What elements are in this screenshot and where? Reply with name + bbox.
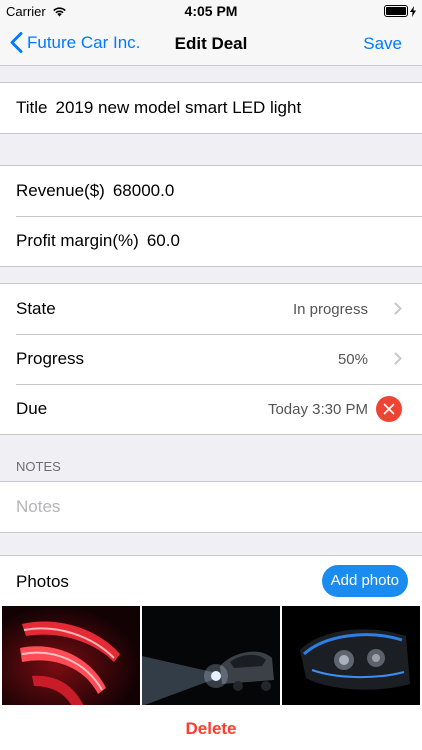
revenue-field[interactable]: 68000.0 xyxy=(113,181,174,201)
revenue-row[interactable]: Revenue($) 68000.0 xyxy=(0,166,422,216)
progress-value: 50% xyxy=(337,350,368,368)
chevron-left-icon xyxy=(10,32,23,53)
due-value: Today 3:30 PM xyxy=(267,400,368,418)
state-row[interactable]: State In progress xyxy=(0,284,422,334)
headlight-beam-photo xyxy=(142,606,280,706)
chevron-right-icon xyxy=(394,352,402,365)
photo-thumbnail-headlights[interactable] xyxy=(142,606,280,706)
led-headlamp-photo xyxy=(282,606,420,706)
profit-margin-label: Profit margin(%) xyxy=(16,231,139,250)
clock: 4:05 PM xyxy=(184,3,238,19)
battery-icon xyxy=(384,5,408,17)
title-section: Title 2019 new model smart LED light xyxy=(0,82,422,134)
back-button-label: Future Car Inc. xyxy=(27,32,141,52)
financials-section: Revenue($) 68000.0 Profit margin(%) 60.0 xyxy=(0,165,422,267)
battery-indicator xyxy=(384,5,416,17)
profit-margin-row[interactable]: Profit margin(%) 60.0 xyxy=(0,216,422,266)
photo-thumbnail-led-headlamp[interactable] xyxy=(282,606,420,706)
delete-button[interactable]: Delete xyxy=(0,719,422,739)
notes-placeholder: Notes xyxy=(16,497,61,516)
save-button[interactable]: Save xyxy=(363,34,402,54)
taillight-photo xyxy=(2,606,140,706)
state-label: State xyxy=(16,299,56,318)
back-button[interactable]: Future Car Inc. xyxy=(10,32,140,53)
notes-field[interactable]: Notes xyxy=(0,482,422,532)
photo-thumbnail-taillight[interactable] xyxy=(2,606,140,706)
progress-label: Progress xyxy=(16,349,85,368)
revenue-label: Revenue($) xyxy=(16,181,105,200)
due-row[interactable]: Due Today 3:30 PM xyxy=(0,384,422,434)
notes-section: Notes xyxy=(0,481,422,533)
status-bar: Carrier 4:05 PM xyxy=(0,0,422,22)
title-row[interactable]: Title 2019 new model smart LED light xyxy=(0,83,422,133)
photos-section: Photos Add photo xyxy=(0,555,422,706)
photos-label: Photos xyxy=(16,572,69,591)
delete-bar: Delete xyxy=(0,705,422,750)
title-field[interactable]: 2019 new model smart LED light xyxy=(56,98,302,118)
add-photo-button[interactable]: Add photo xyxy=(321,565,408,597)
navigation-bar: Future Car Inc. Edit Deal Save xyxy=(0,22,422,66)
state-value: In progress xyxy=(292,300,368,318)
clear-due-button[interactable] xyxy=(376,396,402,422)
progress-row[interactable]: Progress 50% xyxy=(0,334,422,384)
details-section: State In progress Progress 50% Due Today… xyxy=(0,283,422,435)
charging-bolt-icon xyxy=(410,5,416,17)
chevron-right-icon xyxy=(394,302,402,315)
profit-margin-field[interactable]: 60.0 xyxy=(147,231,180,251)
due-label: Due xyxy=(16,399,48,418)
title-label: Title xyxy=(16,98,48,117)
notes-section-header: NOTES xyxy=(16,459,61,474)
close-icon xyxy=(383,403,395,415)
